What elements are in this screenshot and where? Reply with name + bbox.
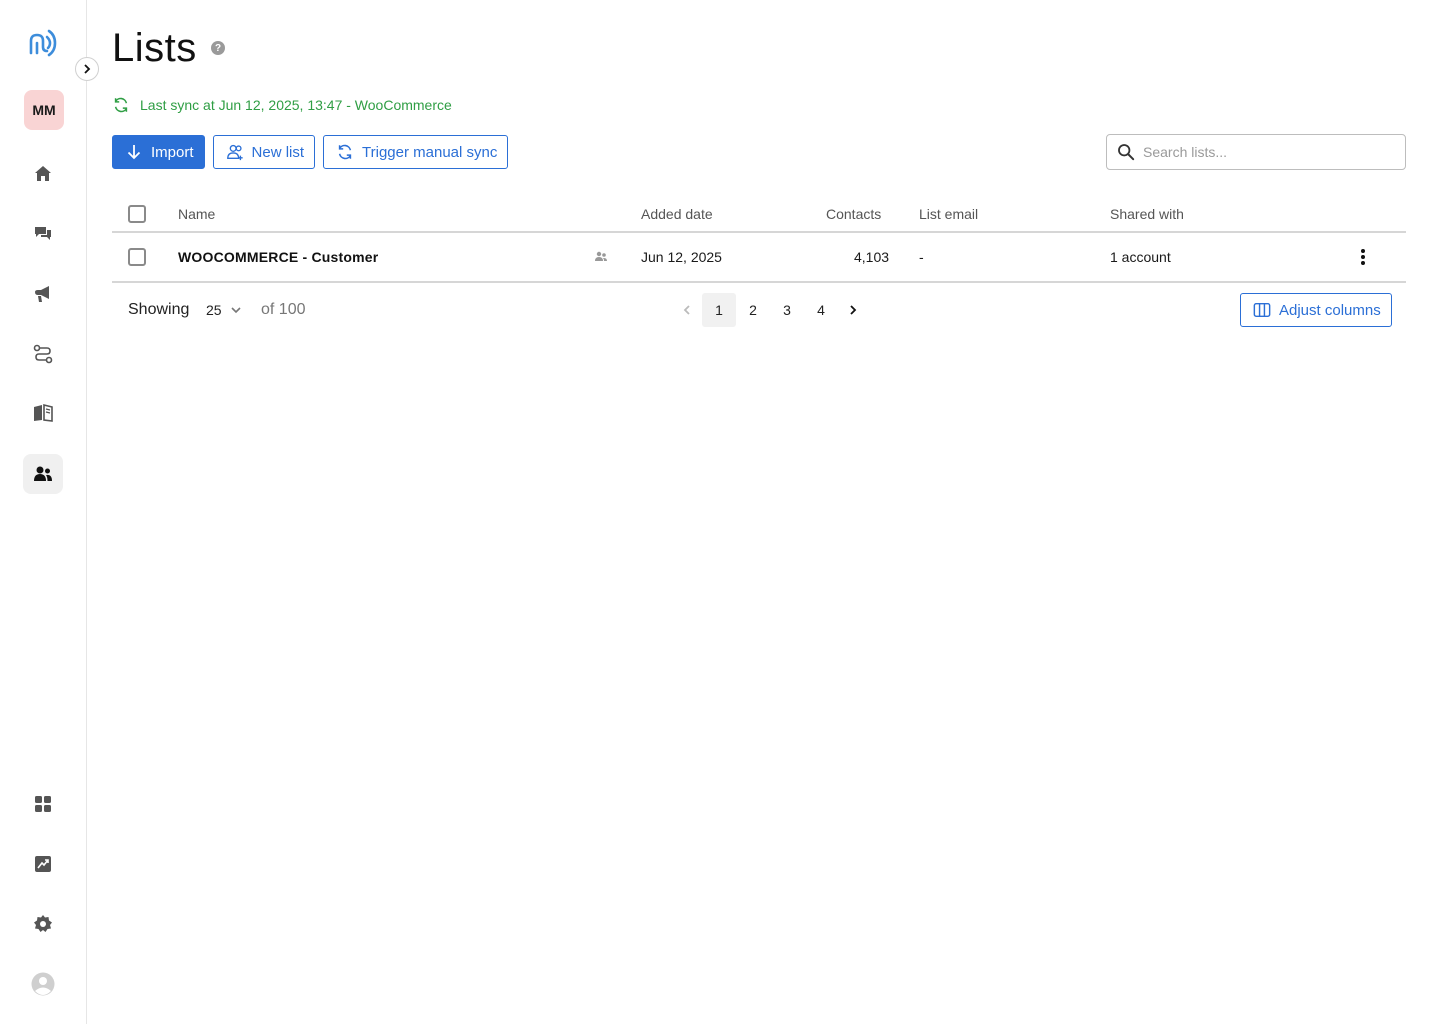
import-button[interactable]: Import [112,135,205,169]
search-icon [1118,144,1135,161]
search-box [1106,134,1406,170]
megaphone-icon[interactable] [23,274,63,314]
adjust-columns-label: Adjust columns [1279,301,1381,319]
pagination: 1 2 3 4 [672,293,868,327]
search-input[interactable] [1143,144,1383,160]
total-count: of 100 [261,301,306,318]
list-added-date: Jun 12, 2025 [641,249,722,265]
chevron-down-icon [231,307,241,314]
list-email: - [919,249,924,265]
trigger-manual-sync-label: Trigger manual sync [362,143,498,161]
page-button-4[interactable]: 4 [804,293,838,327]
new-list-button[interactable]: New list [212,135,316,169]
adjust-columns-button[interactable]: Adjust columns [1240,293,1392,327]
sync-icon [114,97,128,113]
chevron-right-icon [850,305,857,315]
sidebar: MM [0,0,87,1024]
next-page-button[interactable] [838,293,868,327]
table-footer: Showing 25 of 100 1 2 3 4 Adjust columns [112,293,1406,327]
table-row[interactable]: WOOCOMMERCE - Customer Jun 12, 2025 4,10… [112,233,1406,283]
list-name[interactable]: WOOCOMMERCE - Customer [178,233,378,281]
table-header: Name Added date Contacts List email Shar… [112,196,1406,233]
main-content: Lists ? Last sync at Jun 12, 2025, 13:47… [112,0,1406,1024]
apps-icon[interactable] [23,784,63,824]
per-page-select[interactable]: 25 [206,293,242,327]
previous-page-button[interactable] [672,293,702,327]
page-button-1[interactable]: 1 [702,293,736,327]
account-avatar[interactable]: MM [24,90,64,130]
sidebar-expand-button[interactable] [75,57,99,81]
select-all-checkbox[interactable] [128,204,146,223]
arrow-down-icon [127,145,141,160]
synced-list-icon [594,233,608,281]
help-icon[interactable]: ? [211,41,225,55]
list-contacts-count: 4,103 [854,249,890,265]
column-header-added-date[interactable]: Added date [641,196,713,231]
column-header-shared-with[interactable]: Shared with [1110,196,1184,231]
columns-icon [1253,302,1271,318]
showing-label: Showing [128,301,190,318]
chevron-right-icon [84,64,91,74]
automation-icon[interactable] [23,334,63,374]
book-icon[interactable] [23,393,63,433]
chat-icon[interactable] [23,214,63,254]
column-header-contacts[interactable]: Contacts [826,196,881,231]
trigger-manual-sync-button[interactable]: Trigger manual sync [323,135,509,169]
column-header-list-email[interactable]: List email [919,196,978,231]
page-title: Lists [112,26,197,70]
page-button-2[interactable]: 2 [736,293,770,327]
page-button-3[interactable]: 3 [770,293,804,327]
list-shared-with: 1 account [1110,249,1171,265]
column-header-name[interactable]: Name [178,196,215,231]
per-page-value: 25 [206,302,222,318]
contacts-icon[interactable] [23,454,63,494]
lists-table: Name Added date Contacts List email Shar… [112,196,1406,283]
toolbar: Import New list Trigger manual sync [112,135,509,169]
sync-icon [338,144,352,160]
chevron-left-icon [683,305,690,315]
add-users-icon [226,144,243,161]
home-icon[interactable] [23,154,63,194]
sync-status-text: Last sync at Jun 12, 2025, 13:47 - WooCo… [140,97,452,113]
import-button-label: Import [151,143,194,161]
row-checkbox[interactable] [128,248,146,266]
row-actions-menu-icon[interactable] [1360,233,1366,281]
user-avatar-icon[interactable] [23,964,63,1004]
settings-icon[interactable] [23,904,63,944]
sync-status: Last sync at Jun 12, 2025, 13:47 - WooCo… [112,96,452,114]
reports-icon[interactable] [23,844,63,884]
brand-logo-icon[interactable] [27,27,59,59]
new-list-button-label: New list [251,143,305,161]
